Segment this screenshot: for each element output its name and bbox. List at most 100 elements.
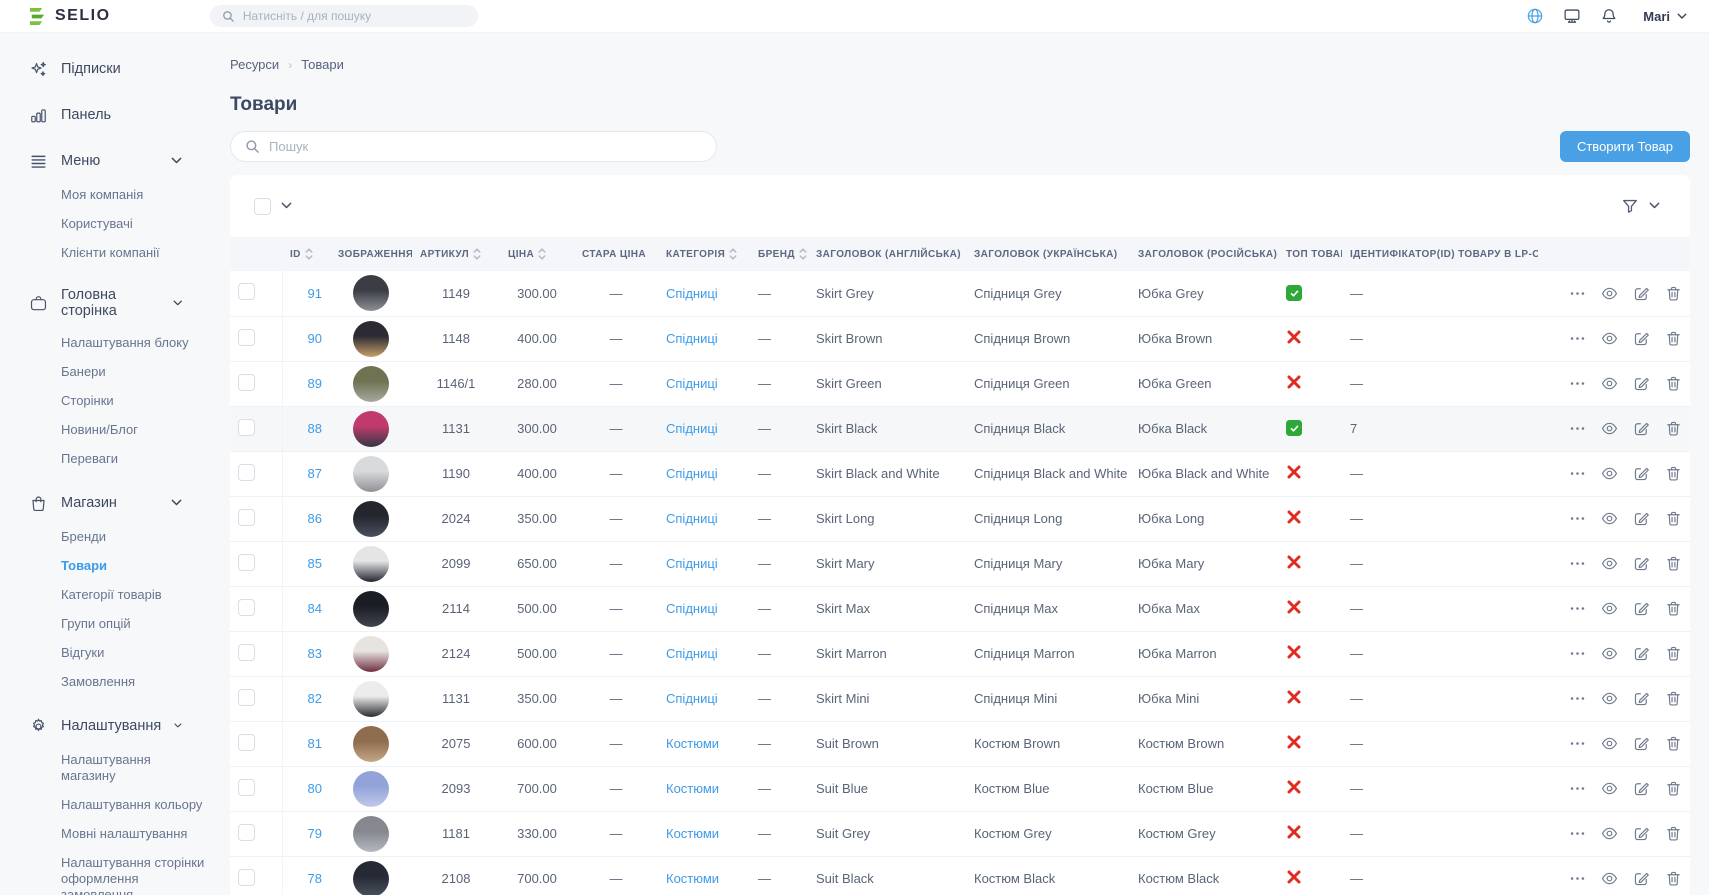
delete-button[interactable] [1665, 825, 1682, 842]
view-button[interactable] [1601, 555, 1618, 572]
product-id-link[interactable]: 83 [308, 646, 322, 661]
product-image[interactable] [353, 636, 389, 672]
globe-icon[interactable] [1526, 7, 1544, 25]
column-header[interactable]: ЗАГОЛОВОК (УКРАЇНСЬКА) [966, 237, 1130, 271]
view-button[interactable] [1601, 780, 1618, 797]
delete-button[interactable] [1665, 690, 1682, 707]
edit-button[interactable] [1633, 330, 1650, 347]
edit-button[interactable] [1633, 600, 1650, 617]
more-actions-button[interactable] [1569, 555, 1586, 572]
row-checkbox[interactable] [238, 689, 255, 706]
sidebar-item[interactable]: Бренди [61, 529, 207, 545]
edit-button[interactable] [1633, 780, 1650, 797]
category-link[interactable]: Спідниці [666, 421, 718, 436]
sidebar-item[interactable]: Категорії товарів [61, 587, 207, 603]
view-button[interactable] [1601, 510, 1618, 527]
column-header[interactable]: АРТИКУЛ [412, 237, 500, 271]
more-actions-button[interactable] [1569, 375, 1586, 392]
sidebar-item[interactable]: Замовлення [61, 674, 207, 690]
chevron-down-icon[interactable] [171, 499, 182, 506]
row-checkbox[interactable] [238, 419, 255, 436]
row-checkbox[interactable] [238, 644, 255, 661]
user-menu[interactable]: Mari [1643, 9, 1687, 24]
sidebar-item[interactable]: Налаштування блоку [61, 335, 207, 351]
products-search[interactable] [230, 131, 717, 162]
category-link[interactable]: Спідниці [666, 286, 718, 301]
sidebar-item[interactable]: Новини/Блог [61, 422, 207, 438]
view-button[interactable] [1601, 645, 1618, 662]
delete-button[interactable] [1665, 645, 1682, 662]
table-row[interactable]: 87 1190 400.00 — Спідниці — Skirt Black … [230, 451, 1690, 496]
sidebar-item[interactable]: Користувачі [61, 216, 207, 232]
delete-button[interactable] [1665, 465, 1682, 482]
edit-button[interactable] [1633, 735, 1650, 752]
sidebar-section-header[interactable]: Налаштування [28, 716, 210, 736]
edit-button[interactable] [1633, 870, 1650, 887]
product-image[interactable] [353, 275, 389, 311]
column-header[interactable]: ЦІНА [500, 237, 574, 271]
edit-button[interactable] [1633, 465, 1650, 482]
product-id-link[interactable]: 80 [308, 781, 322, 796]
table-row[interactable]: 80 2093 700.00 — Костюми — Suit Blue Кос… [230, 766, 1690, 811]
column-header[interactable]: ЗАГОЛОВОК (РОСІЙСЬКА) [1130, 237, 1278, 271]
product-id-link[interactable]: 84 [308, 601, 322, 616]
bell-icon[interactable] [1600, 7, 1618, 25]
chevron-down-icon[interactable] [171, 157, 182, 164]
view-button[interactable] [1601, 420, 1618, 437]
category-link[interactable]: Костюми [666, 736, 719, 751]
sidebar-item[interactable]: Групи опцій [61, 616, 207, 632]
product-image[interactable] [353, 411, 389, 447]
delete-button[interactable] [1665, 375, 1682, 392]
product-id-link[interactable]: 79 [308, 826, 322, 841]
row-checkbox[interactable] [238, 824, 255, 841]
more-actions-button[interactable] [1569, 420, 1586, 437]
edit-button[interactable] [1633, 645, 1650, 662]
sidebar-item[interactable]: Налаштування кольору [61, 797, 207, 813]
delete-button[interactable] [1665, 330, 1682, 347]
row-checkbox[interactable] [238, 734, 255, 751]
column-header[interactable] [1538, 237, 1690, 271]
delete-button[interactable] [1665, 735, 1682, 752]
table-row[interactable]: 82 1131 350.00 — Спідниці — Skirt Mini С… [230, 676, 1690, 721]
category-link[interactable]: Спідниці [666, 556, 718, 571]
table-row[interactable]: 90 1148 400.00 — Спідниці — Skirt Brown … [230, 316, 1690, 361]
create-product-button[interactable]: Створити Товар [1560, 131, 1690, 162]
edit-button[interactable] [1633, 690, 1650, 707]
products-search-input[interactable] [269, 139, 702, 154]
row-checkbox[interactable] [238, 464, 255, 481]
row-checkbox[interactable] [238, 779, 255, 796]
table-row[interactable]: 85 2099 650.00 — Спідниці — Skirt Mary С… [230, 541, 1690, 586]
row-checkbox[interactable] [238, 283, 255, 300]
view-button[interactable] [1601, 690, 1618, 707]
more-actions-button[interactable] [1569, 690, 1586, 707]
delete-button[interactable] [1665, 600, 1682, 617]
row-checkbox[interactable] [238, 509, 255, 526]
product-id-link[interactable]: 91 [308, 286, 322, 301]
row-checkbox[interactable] [238, 599, 255, 616]
more-actions-button[interactable] [1569, 285, 1586, 302]
sidebar-item[interactable]: Моя компанія [61, 187, 207, 203]
product-image[interactable] [353, 456, 389, 492]
sidebar-item[interactable]: Клієнти компанії [61, 245, 207, 261]
more-actions-button[interactable] [1569, 825, 1586, 842]
breadcrumb-item[interactable]: Ресурси [230, 57, 279, 72]
category-link[interactable]: Спідниці [666, 376, 718, 391]
sidebar-item[interactable]: Налаштування сторінки оформлення замовле… [61, 855, 207, 895]
product-image[interactable] [353, 816, 389, 852]
product-id-link[interactable]: 88 [308, 421, 322, 436]
breadcrumb-item[interactable]: Товари [301, 57, 344, 72]
column-header[interactable]: КАТЕГОРІЯ [658, 237, 750, 271]
sort-icon[interactable] [729, 247, 737, 261]
edit-button[interactable] [1633, 375, 1650, 392]
product-id-link[interactable]: 78 [308, 871, 322, 886]
row-checkbox[interactable] [238, 329, 255, 346]
column-header[interactable]: ЗОБРАЖЕННЯ [330, 237, 412, 271]
filter-icon[interactable] [1621, 197, 1639, 215]
column-header[interactable]: ІДЕНТИФІКАТОР(ID) ТОВАРУ В LP-CRM [1342, 237, 1538, 271]
more-actions-button[interactable] [1569, 870, 1586, 887]
view-button[interactable] [1601, 330, 1618, 347]
chevron-down-icon[interactable] [281, 202, 292, 209]
more-actions-button[interactable] [1569, 645, 1586, 662]
product-image[interactable] [353, 726, 389, 762]
edit-button[interactable] [1633, 420, 1650, 437]
